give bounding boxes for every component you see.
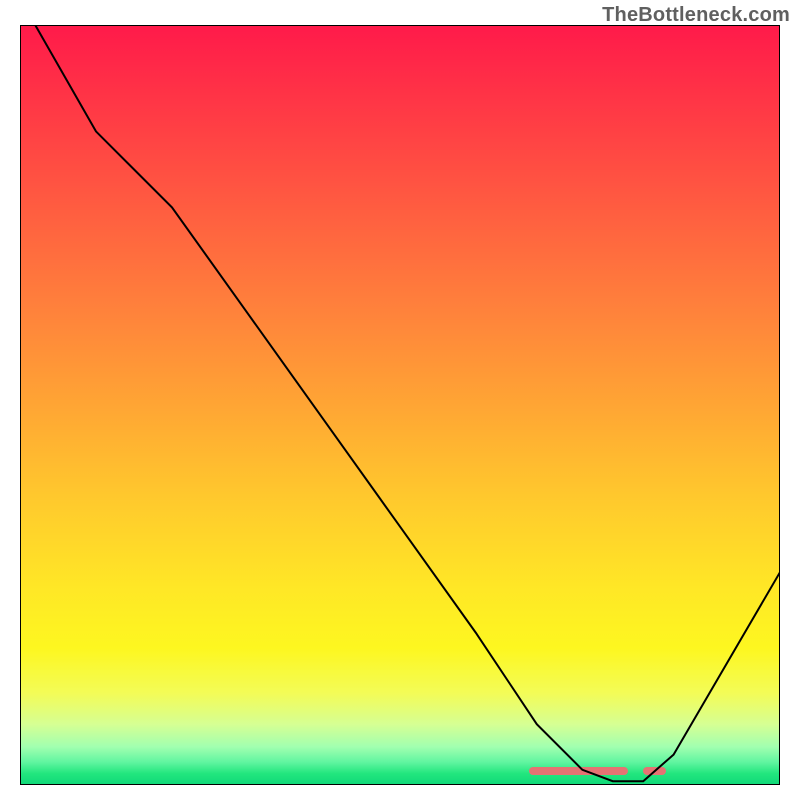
chart-container: TheBottleneck.com [0,0,800,800]
watermark-text: TheBottleneck.com [602,4,790,27]
plot-area [20,25,780,785]
bottleneck-curve [20,25,780,785]
